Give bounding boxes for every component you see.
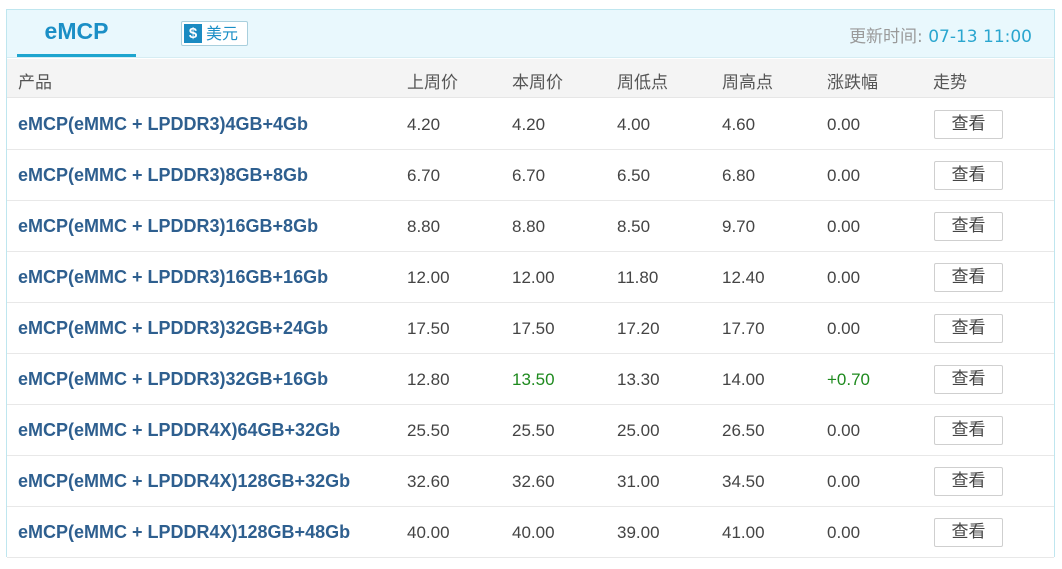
product-name[interactable]: eMCP(eMMC + LPDDR3)8GB+8Gb xyxy=(18,165,308,186)
table-row: eMCP(eMMC + LPDDR3)32GB+16Gb 12.80 13.50 13… xyxy=(7,354,1054,405)
view-trend-button[interactable]: 查看 xyxy=(934,263,1003,292)
week-low: 13.30 xyxy=(617,370,660,389)
week-high: 9.70 xyxy=(722,217,756,236)
price-change: 0.00 xyxy=(827,421,861,440)
view-trend-button[interactable]: 查看 xyxy=(934,518,1003,547)
last-week-price: 12.80 xyxy=(407,370,450,389)
last-week-price: 12.00 xyxy=(407,268,450,287)
product-name[interactable]: eMCP(eMMC + LPDDR3)16GB+8Gb xyxy=(18,216,318,237)
view-trend-button[interactable]: 查看 xyxy=(934,467,1003,496)
this-week-price: 32.60 xyxy=(512,472,555,491)
price-change: 0.00 xyxy=(827,268,861,287)
col-week-high: 周高点 xyxy=(722,73,773,93)
update-time-prefix: 更新时间: xyxy=(849,27,929,47)
table-row: eMCP(eMMC + LPDDR3)4GB+4Gb 4.20 4.20 4.00 4.… xyxy=(7,99,1054,150)
table-row: eMCP(eMMC + LPDDR4X)64GB+32Gb 25.50 25.50 2… xyxy=(7,405,1054,456)
view-trend-button[interactable]: 查看 xyxy=(934,161,1003,190)
this-week-price: 40.00 xyxy=(512,523,555,542)
this-week-price: 17.50 xyxy=(512,319,555,338)
table-row: eMCP(eMMC + LPDDR3)16GB+8Gb 8.80 8.80 8.50 9… xyxy=(7,201,1054,252)
this-week-price: 25.50 xyxy=(512,421,555,440)
week-high: 14.00 xyxy=(722,370,765,389)
price-change: 0.00 xyxy=(827,523,861,542)
view-trend-button[interactable]: 查看 xyxy=(934,314,1003,343)
product-name[interactable]: eMCP(eMMC + LPDDR4X)128GB+32Gb xyxy=(18,471,350,492)
week-high: 12.40 xyxy=(722,268,765,287)
week-high: 17.70 xyxy=(722,319,765,338)
this-week-price: 13.50 xyxy=(512,370,555,389)
week-high: 34.50 xyxy=(722,472,765,491)
view-trend-button[interactable]: 查看 xyxy=(934,416,1003,445)
last-week-price: 25.50 xyxy=(407,421,450,440)
tab-emcp[interactable]: eMCP xyxy=(17,10,136,57)
tab-emcp-label: eMCP xyxy=(44,18,109,44)
price-change: +0.70 xyxy=(827,370,871,389)
week-low: 39.00 xyxy=(617,523,660,542)
week-low: 6.50 xyxy=(617,166,651,185)
currency-toggle[interactable]: $ 美元 xyxy=(181,21,248,46)
week-high: 26.50 xyxy=(722,421,765,440)
dollar-icon: $ xyxy=(184,24,202,43)
week-low: 17.20 xyxy=(617,319,660,338)
week-low: 25.00 xyxy=(617,421,660,440)
product-name[interactable]: eMCP(eMMC + LPDDR4X)128GB+48Gb xyxy=(18,522,350,543)
table-row: eMCP(eMMC + LPDDR3)32GB+24Gb 17.50 17.50 17… xyxy=(7,303,1054,354)
week-low: 4.00 xyxy=(617,115,651,134)
table-row: eMCP(eMMC + LPDDR4X)128GB+48Gb 40.00 40.00… xyxy=(7,507,1054,558)
price-change: 0.00 xyxy=(827,319,861,338)
this-week-price: 4.20 xyxy=(512,115,546,134)
panel-header: eMCP $ 美元 更新时间: 07-13 11:00 xyxy=(7,10,1054,58)
this-week-price: 8.80 xyxy=(512,217,546,236)
price-panel: eMCP $ 美元 更新时间: 07-13 11:00 产品 上周价 本周价 周… xyxy=(6,9,1055,558)
week-high: 6.80 xyxy=(722,166,756,185)
table-row: eMCP(eMMC + LPDDR3)16GB+16Gb 12.00 12.00 11… xyxy=(7,252,1054,303)
last-week-price: 17.50 xyxy=(407,319,450,338)
week-high: 4.60 xyxy=(722,115,756,134)
week-high: 41.00 xyxy=(722,523,765,542)
table-header: 产品 上周价 本周价 周低点 周高点 涨跌幅 走势 xyxy=(7,59,1054,98)
table-row: eMCP(eMMC + LPDDR4X)128GB+32Gb 32.60 32.60… xyxy=(7,456,1054,507)
last-week-price: 32.60 xyxy=(407,472,450,491)
product-name[interactable]: eMCP(eMMC + LPDDR3)32GB+24Gb xyxy=(18,318,328,339)
product-name[interactable]: eMCP(eMMC + LPDDR3)32GB+16Gb xyxy=(18,369,328,390)
currency-label: 美元 xyxy=(206,24,239,43)
view-trend-button[interactable]: 查看 xyxy=(934,110,1003,139)
this-week-price: 12.00 xyxy=(512,268,555,287)
week-low: 11.80 xyxy=(617,268,659,287)
last-week-price: 6.70 xyxy=(407,166,441,185)
price-change: 0.00 xyxy=(827,166,861,185)
price-change: 0.00 xyxy=(827,472,861,491)
view-trend-button[interactable]: 查看 xyxy=(934,212,1003,241)
table-row: eMCP(eMMC + LPDDR3)8GB+8Gb 6.70 6.70 6.50 6.… xyxy=(7,150,1054,201)
col-product: 产品 xyxy=(18,73,52,93)
price-change: 0.00 xyxy=(827,217,861,236)
week-low: 31.00 xyxy=(617,472,660,491)
price-change: 0.00 xyxy=(827,115,861,134)
col-week-low: 周低点 xyxy=(617,73,668,93)
update-time: 更新时间: 07-13 11:00 xyxy=(849,22,1032,47)
product-name[interactable]: eMCP(eMMC + LPDDR4X)64GB+32Gb xyxy=(18,420,340,441)
this-week-price: 6.70 xyxy=(512,166,546,185)
week-low: 8.50 xyxy=(617,217,651,236)
col-change: 涨跌幅 xyxy=(827,73,878,93)
product-name[interactable]: eMCP(eMMC + LPDDR3)4GB+4Gb xyxy=(18,114,308,135)
col-this-week: 本周价 xyxy=(512,73,563,93)
product-name[interactable]: eMCP(eMMC + LPDDR3)16GB+16Gb xyxy=(18,267,328,288)
last-week-price: 4.20 xyxy=(407,115,441,134)
col-last-week: 上周价 xyxy=(407,73,458,93)
last-week-price: 8.80 xyxy=(407,217,441,236)
view-trend-button[interactable]: 查看 xyxy=(934,365,1003,394)
update-time-value: 07-13 11:00 xyxy=(928,27,1032,47)
col-trend: 走势 xyxy=(933,73,967,93)
last-week-price: 40.00 xyxy=(407,523,450,542)
